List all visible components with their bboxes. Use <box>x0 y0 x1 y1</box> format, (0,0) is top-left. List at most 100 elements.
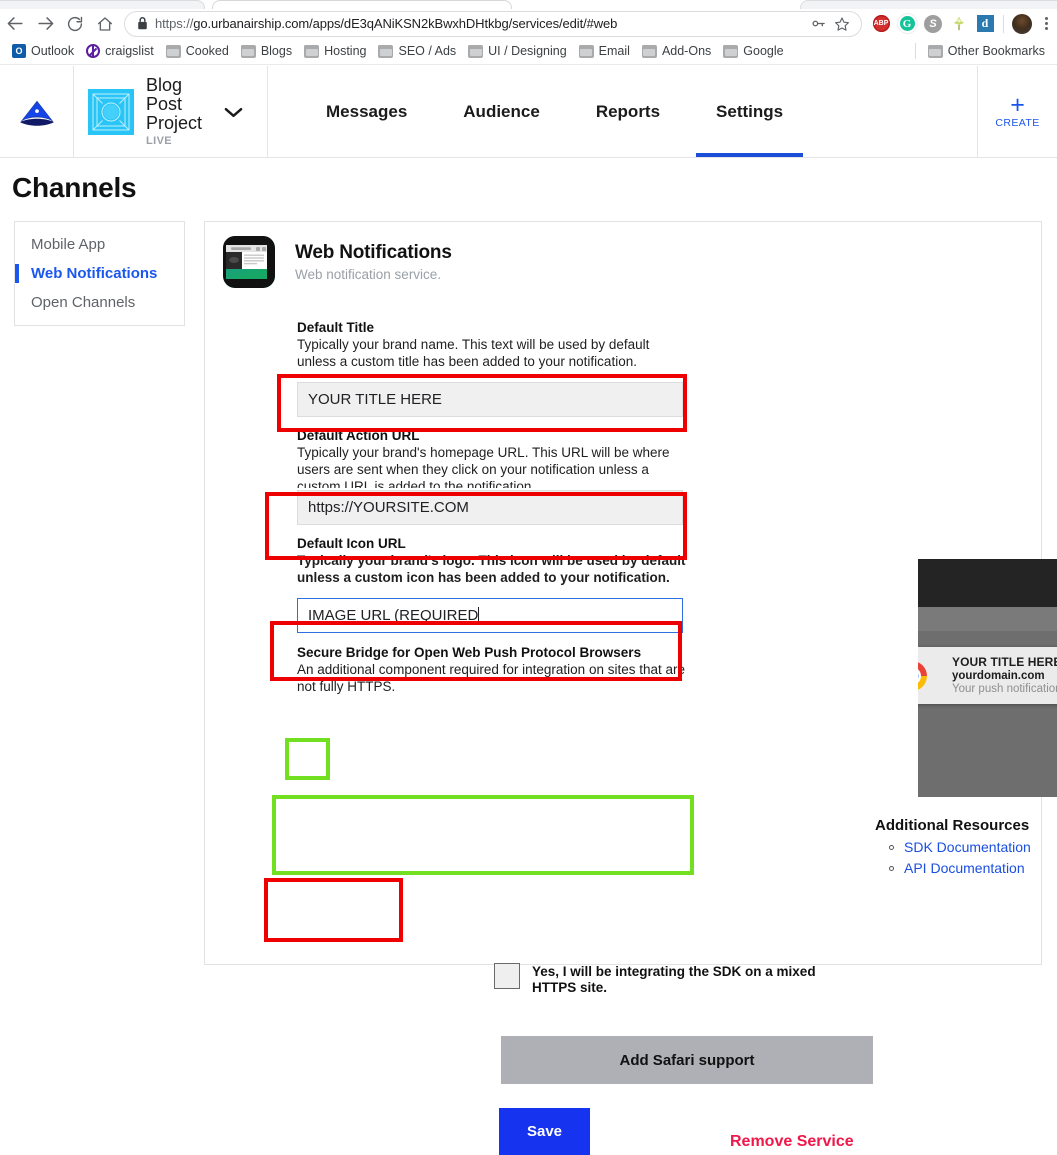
bookmark-blogs[interactable]: Blogs <box>235 41 298 61</box>
channels-side-nav: Mobile App Web Notifications Open Channe… <box>14 221 185 326</box>
bookmark-google[interactable]: Google <box>717 41 789 61</box>
nav-item-reports[interactable]: Reports <box>568 66 688 157</box>
key-icon[interactable] <box>807 13 829 35</box>
lock-icon <box>137 17 148 30</box>
browser-tab-active[interactable] <box>212 0 512 9</box>
default-icon-url-description: Typically your brand's logo. This icon w… <box>297 553 686 585</box>
user-avatar[interactable] <box>1009 10 1035 38</box>
project-status-badge: LIVE <box>146 134 173 147</box>
secure-bridge-description: An additional component required for int… <box>297 662 685 694</box>
bookmark-label: Cooked <box>185 44 229 58</box>
nav-item-messages[interactable]: Messages <box>298 66 435 157</box>
pushpin-icon[interactable] <box>946 10 972 38</box>
folder-icon <box>468 44 484 58</box>
chrome-logo-icon <box>918 661 927 691</box>
app-header: Blog Post Project LIVE Messages Audience… <box>0 66 1057 158</box>
additional-resources: Additional Resources SDK Documentation A… <box>875 817 1057 876</box>
folder-icon <box>304 44 320 58</box>
bookmark-other-bookmarks[interactable]: Other Bookmarks <box>922 41 1051 61</box>
page-title: Channels <box>12 172 137 203</box>
bookmarks-bar: O Outlook craigslist Cooked Blogs Hostin… <box>0 38 1057 65</box>
service-header: Web Notifications Web notification servi… <box>223 236 452 288</box>
bookmark-cooked[interactable]: Cooked <box>160 41 235 61</box>
field-default-title: Default Title Typically your brand name.… <box>297 320 687 417</box>
outlook-icon: O <box>12 44 26 58</box>
default-action-url-description: Typically your brand's homepage URL. Thi… <box>297 445 670 488</box>
bookmark-label: SEO / Ads <box>398 44 457 58</box>
folder-icon <box>240 44 256 58</box>
bookmark-seo-ads[interactable]: SEO / Ads <box>372 41 462 61</box>
preview-toast-domain: yourdomain.com <box>952 670 1045 682</box>
notification-preview: YOUR TITLE HERE yourdomain.com Your push… <box>918 559 1057 797</box>
default-action-url-input[interactable]: https://YOURSITE.COM <box>297 490 683 525</box>
resource-item-api[interactable]: API Documentation <box>875 860 1057 876</box>
project-name: Blog Post Project <box>146 74 203 133</box>
address-bar[interactable]: https://go.urbanairship.com/apps/dE3qANi… <box>124 10 862 37</box>
field-default-action-url: Default Action URL Typically your brand'… <box>297 428 687 525</box>
nav-item-audience[interactable]: Audience <box>435 66 568 157</box>
skype-icon[interactable]: S <box>920 10 946 38</box>
bookmarks-divider <box>914 43 916 59</box>
remove-service-link[interactable]: Remove Service <box>730 1133 854 1151</box>
bookmark-hosting[interactable]: Hosting <box>298 41 372 61</box>
preview-browser-topbar <box>918 559 1057 607</box>
default-action-url-label: Default Action URL <box>297 428 420 443</box>
add-safari-support-button[interactable]: Add Safari support <box>501 1036 873 1084</box>
default-title-description: Typically your brand name. This text wil… <box>297 337 650 369</box>
kebab-menu-icon[interactable] <box>1035 10 1057 38</box>
adblock-plus-icon[interactable]: ABP <box>868 10 894 38</box>
field-secure-bridge: Secure Bridge for Open Web Push Protocol… <box>297 645 687 695</box>
api-documentation-link[interactable]: API Documentation <box>904 860 1025 876</box>
sdk-documentation-link[interactable]: SDK Documentation <box>904 839 1031 855</box>
service-subtitle: Web notification service. <box>295 267 442 282</box>
dashlane-icon[interactable]: d <box>972 10 998 38</box>
nav-item-settings[interactable]: Settings <box>688 66 811 157</box>
bookmark-label: UI / Designing <box>488 44 567 58</box>
bullet-icon <box>889 865 894 871</box>
save-button[interactable]: Save <box>499 1108 590 1155</box>
sidebar-item-web-notifications[interactable]: Web Notifications <box>15 259 184 288</box>
field-default-icon-url: Default Icon URL Typically your brand's … <box>297 536 687 633</box>
resource-item-sdk[interactable]: SDK Documentation <box>875 839 1057 855</box>
folder-icon <box>641 44 657 58</box>
grammarly-icon[interactable]: G <box>894 10 920 38</box>
mixed-https-checkbox[interactable] <box>494 963 520 989</box>
home-icon[interactable] <box>90 10 120 38</box>
bookmark-outlook[interactable]: O Outlook <box>6 41 80 61</box>
bookmark-label: Outlook <box>31 44 75 58</box>
browser-tab-strip <box>0 0 1057 9</box>
project-logo-icon <box>88 88 134 135</box>
sidebar-item-open-channels[interactable]: Open Channels <box>15 288 184 317</box>
browser-tab[interactable] <box>800 0 1057 9</box>
bookmark-add-ons[interactable]: Add-Ons <box>636 41 717 61</box>
main-nav: Messages Audience Reports Settings <box>268 66 977 157</box>
bookmark-label: Add-Ons <box>661 44 712 58</box>
plus-icon: + <box>1010 90 1025 119</box>
browser-tab[interactable] <box>0 0 205 9</box>
bookmark-label: Blogs <box>260 44 293 58</box>
back-arrow-icon[interactable] <box>0 10 30 38</box>
folder-icon <box>723 44 739 58</box>
sidebar-item-mobile-app[interactable]: Mobile App <box>15 230 184 259</box>
chevron-down-icon[interactable] <box>224 106 243 118</box>
reload-icon[interactable] <box>60 10 90 38</box>
create-button[interactable]: + CREATE <box>977 66 1057 157</box>
bookmark-label: Hosting <box>324 44 367 58</box>
bookmark-ui-designing[interactable]: UI / Designing <box>462 41 573 61</box>
project-switcher[interactable]: Blog Post Project LIVE <box>74 66 268 157</box>
folder-icon <box>578 44 594 58</box>
bookmark-label: Email <box>598 44 630 58</box>
forward-arrow-icon[interactable] <box>30 10 60 38</box>
default-title-label: Default Title <box>297 320 375 335</box>
text-caret <box>478 607 480 624</box>
default-icon-url-input[interactable]: IMAGE URL (REQUIRED <box>297 598 683 633</box>
bookmark-label: craigslist <box>105 44 154 58</box>
urban-airship-logo[interactable] <box>0 66 74 157</box>
bookmark-craigslist[interactable]: craigslist <box>80 41 160 61</box>
bookmark-email[interactable]: Email <box>573 41 636 61</box>
mixed-https-checkbox-row[interactable]: Yes, I will be integrating the SDK on a … <box>494 963 894 996</box>
star-icon[interactable] <box>831 13 853 35</box>
default-title-input[interactable]: YOUR TITLE HERE <box>297 382 683 417</box>
preview-toast-title: YOUR TITLE HERE <box>952 655 1057 669</box>
bookmark-label: Google <box>743 44 784 58</box>
